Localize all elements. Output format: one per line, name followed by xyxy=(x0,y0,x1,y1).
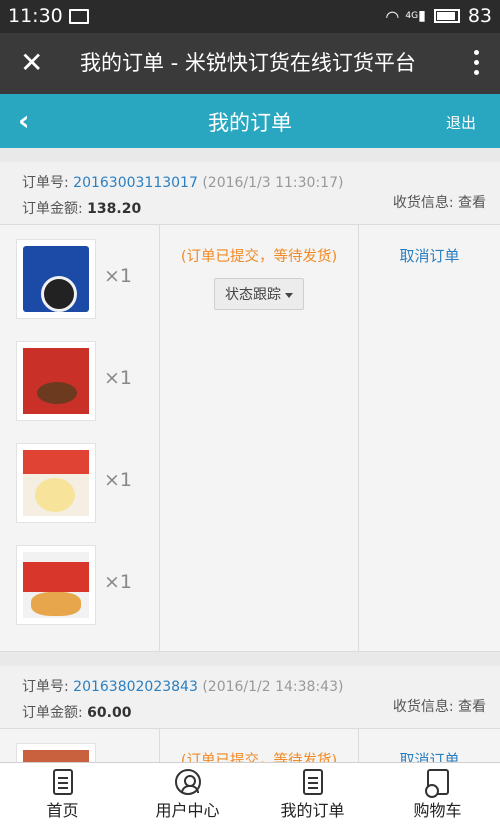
order-status-column: (订单已提交，等待发货) 状态跟踪 xyxy=(160,225,359,651)
order-item[interactable]: ×1 xyxy=(16,239,156,321)
status-tracking-button[interactable]: 状态跟踪 xyxy=(214,278,304,310)
orion-choco-pie-box-image xyxy=(23,348,89,414)
shipping-info-label: 收货信息: xyxy=(392,195,454,211)
order-item[interactable]: ×1 xyxy=(16,545,156,627)
braised-food-dish-image xyxy=(23,750,89,762)
cancel-order-link[interactable]: 取消订单 xyxy=(359,245,500,266)
order-number-link[interactable]: 20163802023843 xyxy=(73,679,198,695)
order-item[interactable]: ×1 xyxy=(16,443,156,525)
cancel-order-link[interactable]: 取消订单 xyxy=(359,749,500,762)
order-status: (订单已提交，等待发货) xyxy=(180,249,338,265)
status-bar: 11:30 ◠ 4G ▮ 83 xyxy=(0,0,500,33)
order-amount: 60.00 xyxy=(87,705,132,721)
order-action-column: 取消订单 xyxy=(359,729,500,762)
order-items: ×1 ×1 ×1 ×1 xyxy=(0,225,160,651)
product-thumbnail[interactable] xyxy=(16,341,96,421)
image-notification-icon xyxy=(69,9,89,24)
order-icon xyxy=(302,769,323,795)
order-item[interactable]: ×1 xyxy=(16,341,156,423)
product-thumbnail[interactable] xyxy=(16,443,96,523)
order-body: ×1 ×1 ×1 ×1 (订单已提交，等待发货) 状态跟踪 取消订单 xyxy=(0,224,500,652)
order-status-column: (订单已提交，等待发货) xyxy=(160,729,359,762)
item-quantity: 1 xyxy=(119,265,133,287)
oreo-biscuit-pack-image xyxy=(23,246,89,312)
battery-icon xyxy=(433,9,460,23)
order-action-column: 取消订单 xyxy=(359,225,500,651)
order-item[interactable]: ×1 xyxy=(16,743,156,762)
order-status: (订单已提交，等待发货) xyxy=(180,753,338,762)
order-amount-label: 订单金额: xyxy=(22,705,83,721)
signal-icon: 4G xyxy=(405,11,419,21)
dropdown-caret-icon xyxy=(285,292,293,298)
logout-link[interactable]: 退出 xyxy=(446,112,476,133)
tab-my-orders[interactable]: 我的订单 xyxy=(250,763,375,833)
view-shipping-link[interactable]: 查看 xyxy=(458,195,486,211)
page-title: 我的订单 xyxy=(208,111,292,135)
order-header: 订单号: 20163003113017 (2016/1/3 11:30:17) … xyxy=(0,162,500,224)
order-amount: 138.20 xyxy=(87,201,142,217)
browser-toolbar: ✕ 我的订单 - 米锐快订货在线订货平台 xyxy=(0,33,500,94)
item-quantity: 1 xyxy=(119,469,133,491)
order-date: (2016/1/2 14:38:43) xyxy=(202,679,344,695)
item-quantity: 1 xyxy=(119,367,133,389)
close-icon[interactable]: ✕ xyxy=(20,48,43,78)
app-header: ‹ 我的订单 退出 xyxy=(0,94,500,148)
clock: 11:30 xyxy=(8,5,63,27)
order-number-label: 订单号: xyxy=(22,175,69,191)
order-body: ×1 (订单已提交，等待发货) 取消订单 xyxy=(0,728,500,762)
tab-home[interactable]: 首页 xyxy=(0,763,125,833)
cart-icon xyxy=(424,769,449,798)
tab-user-center[interactable]: 用户中心 xyxy=(125,763,250,833)
cellular-bars-icon: ▮ xyxy=(418,8,426,24)
wifi-icon: ◠ xyxy=(385,6,400,26)
bottom-tab-bar: 首页 用户中心 我的订单 购物车 xyxy=(0,762,500,833)
overflow-menu-icon[interactable] xyxy=(474,50,480,80)
product-thumbnail[interactable] xyxy=(16,239,96,319)
item-quantity: 1 xyxy=(119,571,133,593)
document-icon xyxy=(52,769,73,795)
product-thumbnail[interactable] xyxy=(16,545,96,625)
steamed-bun-box-image xyxy=(23,450,89,516)
shipping-info-label: 收货信息: xyxy=(392,699,454,715)
view-shipping-link[interactable]: 查看 xyxy=(458,699,486,715)
snack-cake-box-image xyxy=(23,552,89,618)
battery-level: 83 xyxy=(467,5,492,27)
browser-title: 我的订单 - 米锐快订货在线订货平台 xyxy=(80,51,416,75)
order-number-label: 订单号: xyxy=(22,679,69,695)
user-icon xyxy=(174,769,201,795)
order-date: (2016/1/3 11:30:17) xyxy=(202,175,344,191)
order-header: 订单号: 20163802023843 (2016/1/2 14:38:43) … xyxy=(0,666,500,728)
product-thumbnail[interactable] xyxy=(16,743,96,762)
order-number-link[interactable]: 20163003113017 xyxy=(73,175,198,191)
order-list[interactable]: 订单号: 20163003113017 (2016/1/3 11:30:17) … xyxy=(0,148,500,762)
tab-cart[interactable]: 购物车 xyxy=(375,763,500,833)
order-items: ×1 xyxy=(0,729,160,762)
order-amount-label: 订单金额: xyxy=(22,201,83,217)
